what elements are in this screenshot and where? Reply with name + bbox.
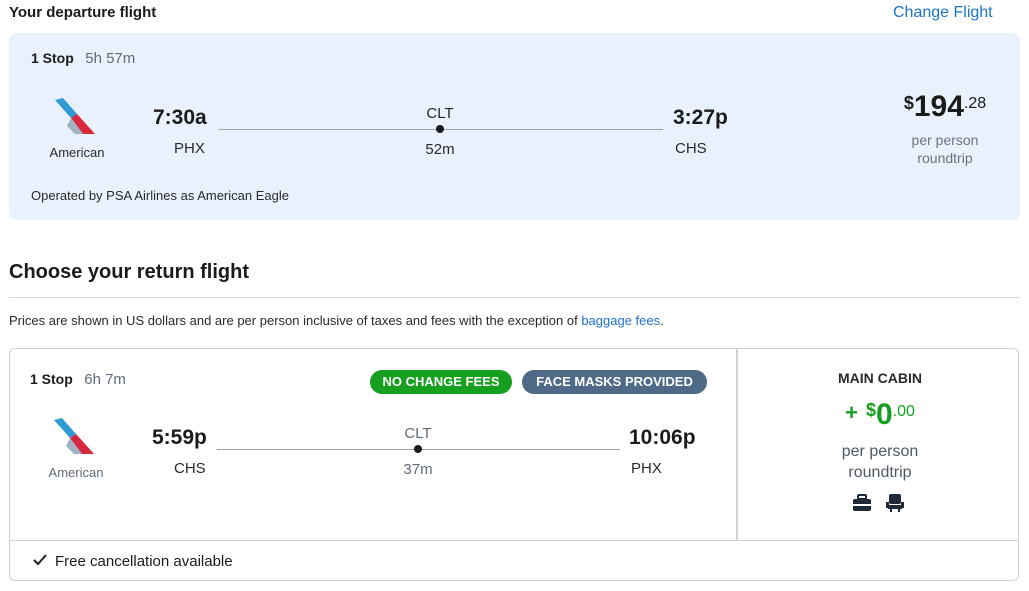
free-cancellation-text: Free cancellation available xyxy=(55,553,233,570)
depart-time: 7:30a xyxy=(153,106,207,129)
return-price[interactable]: + $0.00 xyxy=(820,398,940,432)
stops-label: 1 Stop xyxy=(30,371,73,387)
currency-symbol: $ xyxy=(865,400,876,420)
american-airlines-logo-icon xyxy=(53,96,95,136)
price-notice-end: . xyxy=(660,313,664,328)
operated-by-text: Operated by PSA Airlines as American Eag… xyxy=(31,188,289,203)
card-horizontal-divider xyxy=(10,540,1018,541)
depart-airport-code: PHX xyxy=(174,140,205,157)
baggage-fees-link[interactable]: baggage fees xyxy=(581,313,660,328)
duration-label: 6h 7m xyxy=(84,371,126,388)
price-caption-line2: roundtrip xyxy=(917,150,973,166)
layover-dot xyxy=(436,125,444,133)
price-caption: per person roundtrip xyxy=(885,131,1005,167)
price-caption-line1: per person xyxy=(841,443,919,460)
price-notice-text: Prices are shown in US dollars and are p… xyxy=(9,313,582,328)
price-caption-line2: roundtrip xyxy=(848,464,912,481)
return-stops-row: 1 Stop 6h 7m xyxy=(30,371,126,389)
seat-icon xyxy=(885,493,905,513)
card-vertical-divider xyxy=(736,349,738,541)
layover-duration: 37m xyxy=(403,461,433,478)
stops-label: 1 Stop xyxy=(31,50,74,66)
airline-name: American xyxy=(49,145,105,160)
depart-time: 5:59p xyxy=(152,426,207,449)
price-whole: 0 xyxy=(875,398,893,431)
price-cents: .28 xyxy=(963,95,987,112)
change-flight-link[interactable]: Change Flight xyxy=(893,4,993,22)
duration-label: 5h 57m xyxy=(85,50,136,67)
depart-airport-code: CHS xyxy=(174,460,206,477)
airline-name: American xyxy=(48,465,104,480)
arrive-airport-code: CHS xyxy=(675,140,707,157)
arrive-time: 3:27p xyxy=(673,106,728,129)
checkmark-icon xyxy=(32,553,48,567)
cabin-class-label: MAIN CABIN xyxy=(838,370,922,386)
layover-airport-code: CLT xyxy=(404,425,432,442)
luggage-icon xyxy=(852,494,872,512)
arrive-airport-code: PHX xyxy=(631,460,662,477)
section-divider xyxy=(9,297,1020,298)
face-masks-badge: FACE MASKS PROVIDED xyxy=(522,370,707,394)
arrive-time: 10:06p xyxy=(629,426,696,449)
layover-dot xyxy=(414,445,422,453)
no-change-fees-badge: NO CHANGE FEES xyxy=(370,370,512,394)
departure-section-title: Your departure flight xyxy=(9,4,157,21)
layover-duration: 52m xyxy=(425,141,455,158)
departure-stops-row: 1 Stop 5h 57m xyxy=(31,50,135,68)
price-cents: .00 xyxy=(892,403,915,420)
american-airlines-logo-icon xyxy=(52,416,94,456)
price-whole: 194 xyxy=(913,90,964,123)
price-caption-line1: per person xyxy=(911,132,979,148)
price-notice: Prices are shown in US dollars and are p… xyxy=(9,313,664,328)
departure-price: $194.28 xyxy=(890,90,1000,124)
currency-symbol: $ xyxy=(903,93,914,113)
price-caption: per person roundtrip xyxy=(820,441,940,483)
return-section-title: Choose your return flight xyxy=(9,261,249,283)
layover-airport-code: CLT xyxy=(426,105,454,122)
price-plus: + xyxy=(845,400,858,425)
